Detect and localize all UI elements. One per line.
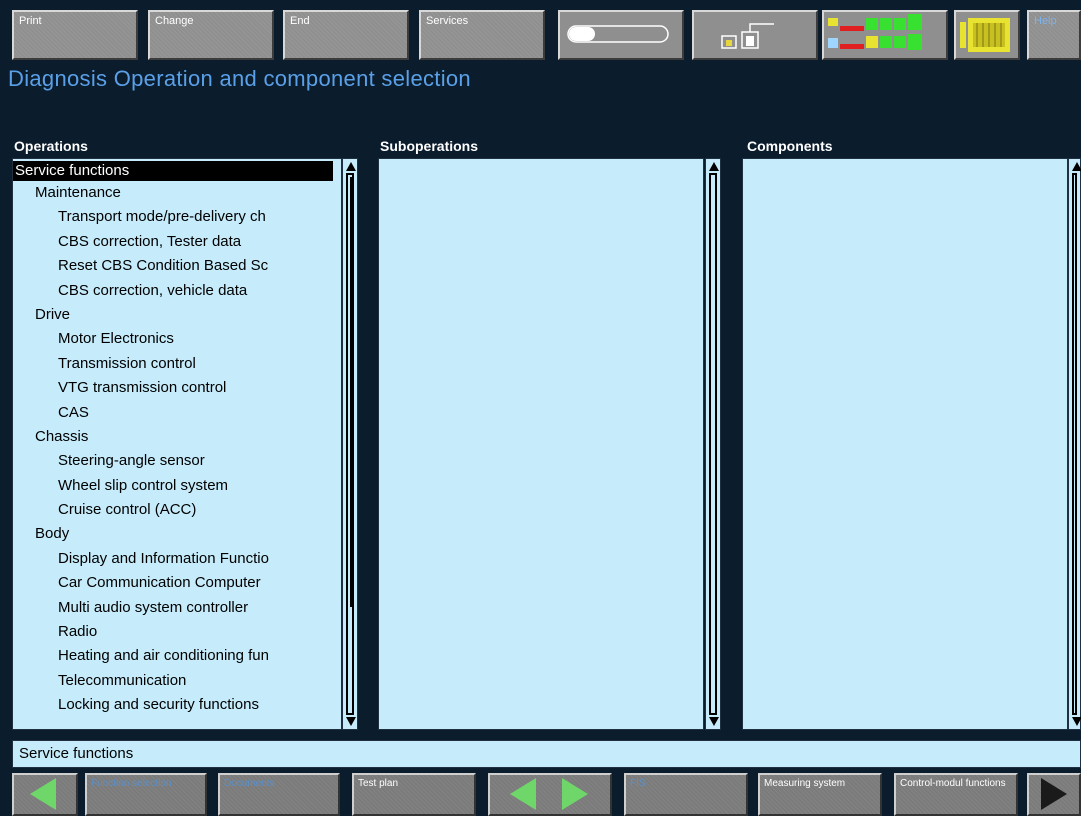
fis-label: FIS bbox=[630, 778, 646, 789]
components-list[interactable] bbox=[742, 158, 1068, 730]
back-button[interactable] bbox=[12, 773, 78, 816]
battery-status-button[interactable] bbox=[558, 10, 684, 60]
operation-item[interactable]: Transmission control bbox=[13, 352, 341, 376]
previous-icon[interactable] bbox=[510, 778, 536, 810]
control-module-functions-button[interactable]: Control-modul functions bbox=[894, 773, 1018, 816]
fis-button[interactable]: FIS bbox=[624, 773, 748, 816]
module-icon bbox=[960, 18, 1010, 52]
change-label: Change bbox=[155, 15, 194, 27]
scroll-track bbox=[1072, 173, 1077, 715]
operation-item[interactable]: CAS bbox=[13, 401, 341, 425]
operation-item[interactable]: CBS correction, vehicle data bbox=[13, 279, 341, 303]
scroll-track bbox=[709, 173, 717, 715]
operation-item[interactable]: Car Communication Computer bbox=[13, 571, 341, 595]
operation-item[interactable]: Reset CBS Condition Based Sc bbox=[13, 254, 341, 278]
end-button[interactable]: End bbox=[283, 10, 409, 60]
operation-item[interactable]: Telecommunication bbox=[13, 669, 341, 693]
print-button[interactable]: Print bbox=[12, 10, 138, 60]
scroll-down-icon[interactable] bbox=[346, 717, 356, 726]
next-icon[interactable] bbox=[562, 778, 588, 810]
test-plan-label: Test plan bbox=[358, 778, 399, 789]
operations-scrollbar[interactable] bbox=[342, 158, 358, 730]
measuring-system-button[interactable]: Measuring system bbox=[758, 773, 882, 816]
operation-item[interactable]: Radio bbox=[13, 620, 341, 644]
documents-button[interactable]: Documents bbox=[218, 773, 340, 816]
connection-icon bbox=[721, 23, 774, 49]
test-plan-button[interactable]: Test plan bbox=[352, 773, 476, 816]
operation-group[interactable]: Drive bbox=[13, 303, 341, 327]
page-title: Diagnosis Operation and component select… bbox=[8, 66, 471, 91]
bus-status-button[interactable] bbox=[822, 10, 948, 60]
services-button[interactable]: Services bbox=[419, 10, 545, 60]
operation-group[interactable]: Maintenance bbox=[13, 181, 341, 205]
scroll-up-icon[interactable] bbox=[709, 162, 719, 171]
print-label: Print bbox=[19, 15, 42, 27]
operation-group[interactable]: Service functions bbox=[13, 161, 333, 181]
function-selection-label: Function selection bbox=[91, 778, 172, 789]
operation-item[interactable]: VTG transmission control bbox=[13, 376, 341, 400]
operation-item[interactable]: Wheel slip control system bbox=[13, 474, 341, 498]
operation-item[interactable]: Locking and security functions bbox=[13, 693, 341, 717]
end-label: End bbox=[290, 15, 310, 27]
suboperations-scrollbar[interactable] bbox=[705, 158, 721, 730]
operation-item[interactable]: Cruise control (ACC) bbox=[13, 498, 341, 522]
suboperations-header: Suboperations bbox=[380, 138, 479, 154]
operations-list[interactable]: Service functions Maintenance Transport mo… bbox=[12, 158, 342, 730]
control-module-functions-label: Control-modul functions bbox=[900, 778, 1006, 789]
scroll-thumb[interactable] bbox=[349, 177, 354, 607]
components-scrollbar[interactable] bbox=[1068, 158, 1081, 730]
scroll-up-icon[interactable] bbox=[346, 162, 356, 171]
battery-icon bbox=[567, 25, 669, 43]
bus-status-icon bbox=[828, 14, 922, 50]
measuring-system-label: Measuring system bbox=[764, 778, 846, 789]
services-label: Services bbox=[426, 15, 469, 27]
operation-item[interactable]: Transport mode/pre-delivery ch bbox=[13, 205, 341, 229]
scroll-down-icon[interactable] bbox=[1072, 717, 1081, 726]
operation-item[interactable]: Steering-angle sensor bbox=[13, 449, 341, 473]
scroll-up-icon[interactable] bbox=[1072, 162, 1081, 171]
operation-item[interactable]: Motor Electronics bbox=[13, 327, 341, 351]
module-button[interactable] bbox=[954, 10, 1020, 60]
operations-tree: Service functions Maintenance Transport mo… bbox=[13, 159, 341, 718]
connection-status-button[interactable] bbox=[692, 10, 818, 60]
documents-label: Documents bbox=[224, 778, 275, 789]
scroll-down-icon[interactable] bbox=[709, 717, 719, 726]
operation-group[interactable]: Body bbox=[13, 522, 341, 546]
operation-group[interactable]: Chassis bbox=[13, 425, 341, 449]
operation-item[interactable]: Display and Information Functio bbox=[13, 547, 341, 571]
prev-next-button[interactable] bbox=[488, 773, 612, 816]
operation-item[interactable]: Multi audio system controller bbox=[13, 596, 341, 620]
arrow-right-icon bbox=[1041, 778, 1067, 810]
operations-header: Operations bbox=[14, 138, 88, 154]
components-header: Components bbox=[747, 138, 833, 154]
function-selection-button[interactable]: Function selection bbox=[85, 773, 207, 816]
operation-item[interactable]: Heating and air conditioning fun bbox=[13, 644, 341, 668]
change-button[interactable]: Change bbox=[148, 10, 274, 60]
help-label: Help bbox=[1034, 15, 1057, 27]
help-button[interactable]: Help bbox=[1027, 10, 1081, 60]
suboperations-list[interactable] bbox=[378, 158, 704, 730]
arrow-left-icon bbox=[30, 778, 56, 810]
operation-item[interactable]: CBS correction, Tester data bbox=[13, 230, 341, 254]
status-bar: Service functions bbox=[12, 740, 1081, 768]
forward-button[interactable] bbox=[1027, 773, 1081, 816]
